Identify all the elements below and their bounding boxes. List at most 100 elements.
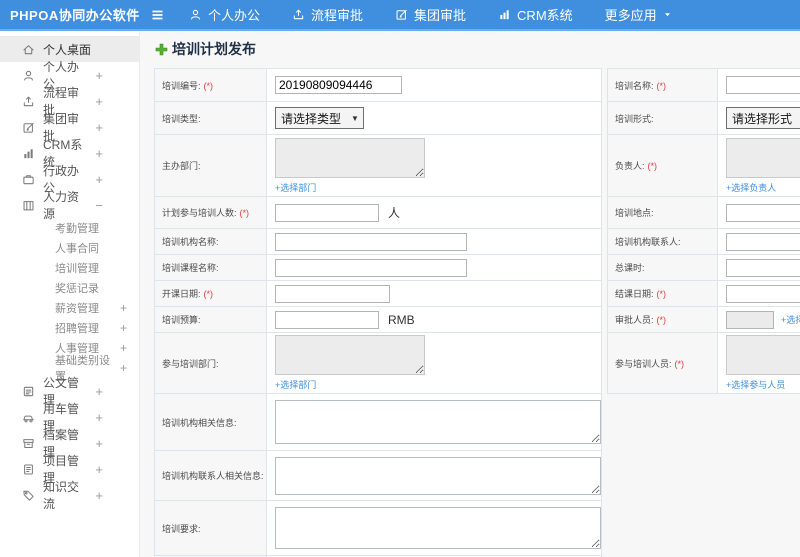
sidebar-subitem-salary-mgmt[interactable]: 薪资管理 + bbox=[0, 298, 139, 318]
sidebar-subitem-label: 培训管理 bbox=[55, 263, 99, 275]
org-related-info-textarea[interactable] bbox=[275, 400, 601, 444]
org-contact-related-info-textarea[interactable] bbox=[275, 456, 601, 495]
budget-input[interactable] bbox=[275, 310, 379, 329]
planned-participants-unit: 人 bbox=[388, 206, 401, 220]
sidebar-subitem-reward-punish-record[interactable]: 奖惩记录 bbox=[0, 278, 139, 298]
archive-icon bbox=[22, 437, 35, 450]
participating-depts-field: +选择部门 bbox=[266, 332, 602, 394]
training-type-select[interactable]: 请选择类型 ▼ bbox=[275, 107, 364, 129]
user-icon bbox=[22, 69, 35, 82]
org-contact-field bbox=[717, 228, 800, 255]
nav-personal-office[interactable]: 个人办公 bbox=[189, 5, 260, 24]
planned-participants-label: 计划参与培训人数: (*) bbox=[154, 196, 267, 229]
nav-label: 流程审批 bbox=[311, 8, 364, 23]
org-contact-input[interactable] bbox=[726, 232, 800, 251]
form-row-end-date: 结课日期: (*) bbox=[607, 280, 800, 307]
org-name-input[interactable] bbox=[275, 232, 467, 251]
training-name-label: 培训名称: (*) bbox=[607, 68, 718, 102]
expand-indicator: + bbox=[119, 341, 127, 355]
form-row-budget: 培训预算: RMB bbox=[154, 306, 602, 333]
sidebar-subitem-label: 人事合同 bbox=[55, 243, 99, 255]
start-date-input[interactable] bbox=[275, 284, 390, 303]
approver-input[interactable] bbox=[726, 310, 774, 329]
org-name-label: 培训机构名称: bbox=[154, 228, 267, 255]
nav-crm-system[interactable]: CRM系统 bbox=[498, 5, 573, 24]
host-dept-box[interactable] bbox=[275, 137, 425, 178]
training-requirements-field bbox=[266, 500, 602, 556]
expand-indicator: + bbox=[95, 171, 103, 187]
sidebar-subitem-label: 招聘管理 bbox=[55, 323, 99, 335]
form-row-training-type: 培训类型: 请选择类型 ▼ bbox=[154, 101, 602, 135]
sidebar-subitem-recruit-mgmt[interactable]: 招聘管理 + bbox=[0, 318, 139, 338]
participants-link[interactable]: +选择参与人员 bbox=[726, 378, 800, 391]
host-dept-link[interactable]: +选择部门 bbox=[275, 181, 593, 194]
end-date-input[interactable] bbox=[726, 284, 800, 303]
training-name-input[interactable] bbox=[726, 76, 800, 94]
location-field bbox=[717, 196, 800, 229]
training-form-select[interactable]: 请选择形式▼ bbox=[726, 107, 800, 129]
leader-box[interactable] bbox=[726, 137, 800, 178]
edit-icon bbox=[395, 8, 408, 21]
sidebar-item-knowledge-exchange[interactable]: 知识交流 + bbox=[0, 480, 139, 511]
training-type-field: 请选择类型 ▼ bbox=[266, 101, 602, 135]
expand-indicator: + bbox=[95, 487, 103, 503]
host-dept-label: 主办部门: bbox=[154, 134, 267, 197]
expand-indicator: + bbox=[95, 435, 103, 451]
sidebar: 个人桌面 个人办公 + 流程审批 + 集团审批 + CRM系统 + 行政办公 + 人力资源 − 考勤管理人… bbox=[0, 31, 140, 557]
nav-group-approval[interactable]: 集团审批 bbox=[395, 5, 466, 24]
planned-participants-input[interactable] bbox=[275, 203, 379, 222]
car-icon bbox=[22, 411, 35, 424]
form-row-host-dept: 主办部门: +选择部门 bbox=[154, 134, 602, 197]
form-row-org-contact: 培训机构联系人: bbox=[607, 228, 800, 255]
participating-depts-box[interactable] bbox=[275, 335, 425, 375]
participating-depts-label: 参与培训部门: bbox=[154, 332, 267, 394]
page-title-row: 培训计划发布 bbox=[155, 39, 800, 59]
knowledge-icon bbox=[22, 489, 35, 502]
training-no-input[interactable] bbox=[275, 76, 402, 94]
training-name-field bbox=[717, 68, 800, 102]
location-label: 培训地点: bbox=[607, 196, 718, 229]
upload-icon bbox=[22, 95, 35, 108]
end-date-field bbox=[717, 280, 800, 307]
form-row-location: 培训地点: bbox=[607, 196, 800, 229]
org-name-field bbox=[266, 228, 602, 255]
form-row-training-no: 培训编号: (*) bbox=[154, 68, 602, 102]
sidebar-item-hr[interactable]: 人力资源 − bbox=[0, 190, 139, 221]
org-contact-label: 培训机构联系人: bbox=[607, 228, 718, 255]
nav-workflow-approval[interactable]: 流程审批 bbox=[292, 5, 363, 24]
location-input[interactable] bbox=[726, 203, 800, 222]
approver-link[interactable]: +选择审批人员 bbox=[781, 315, 800, 325]
caret-down-icon bbox=[663, 10, 672, 19]
doc-icon bbox=[22, 385, 35, 398]
edit-icon bbox=[22, 121, 35, 134]
leader-field: +选择负责人 bbox=[717, 134, 800, 197]
required-marker: (*) bbox=[203, 289, 214, 299]
form-row-approver: 审批人员:(*) +选择审批人员 bbox=[607, 306, 800, 333]
required-marker: (*) bbox=[674, 358, 685, 369]
org-related-info-label: 培训机构相关信息: bbox=[154, 393, 267, 451]
sidebar-subitem-training-mgmt[interactable]: 培训管理 bbox=[0, 258, 139, 278]
approver-field: +选择审批人员 bbox=[717, 306, 800, 333]
sidebar-subitem-personnel-contract[interactable]: 人事合同 bbox=[0, 238, 139, 258]
org-contact-related-info-label: 培训机构联系人相关信息: bbox=[154, 450, 267, 501]
training-requirements-textarea[interactable] bbox=[275, 507, 601, 549]
menu-toggle-icon[interactable] bbox=[150, 8, 165, 22]
nav-label: 个人办公 bbox=[208, 8, 261, 23]
nav-more-apps[interactable]: 更多应用 bbox=[605, 5, 672, 24]
form-row-org-name: 培训机构名称: bbox=[154, 228, 602, 255]
expand-indicator: + bbox=[95, 119, 103, 135]
total-hours-field bbox=[717, 254, 800, 281]
start-date-field bbox=[266, 280, 602, 307]
course-name-label: 培训课程名称: bbox=[154, 254, 267, 281]
app-logo: PHPOA协同办公软件 bbox=[10, 8, 140, 23]
sidebar-subitem-attendance-mgmt[interactable]: 考勤管理 bbox=[0, 218, 139, 238]
upload-icon bbox=[292, 8, 305, 21]
participants-box[interactable] bbox=[726, 335, 800, 375]
expand-indicator: + bbox=[119, 321, 127, 335]
page-title: 培训计划发布 bbox=[172, 41, 256, 57]
budget-field: RMB bbox=[266, 306, 602, 333]
total-hours-input[interactable] bbox=[726, 258, 800, 277]
course-name-input[interactable] bbox=[275, 258, 467, 277]
participating-depts-link[interactable]: +选择部门 bbox=[275, 378, 593, 391]
leader-link[interactable]: +选择负责人 bbox=[726, 181, 800, 194]
